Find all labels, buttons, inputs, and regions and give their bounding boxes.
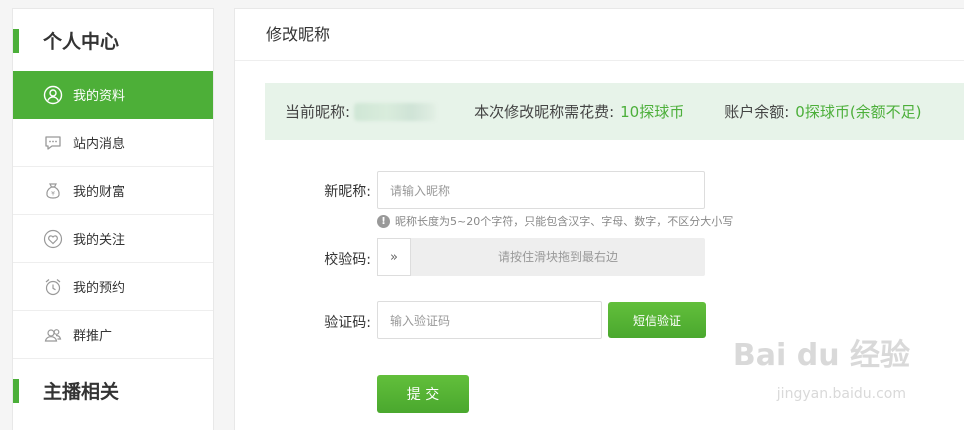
- nickname-info-bar: 当前昵称: 本次修改昵称需花费: 10探球币 账户余额: 0探球币(余额不足): [265, 83, 964, 140]
- sidebar: 个人中心 我的资料 站内消息 ¥ 我的财富 我的关注 我的预约 群推广 主播相关: [12, 8, 214, 430]
- sidebar-item-label: 我的资料: [73, 89, 126, 104]
- section-accent-bar: [13, 29, 19, 53]
- message-icon: [42, 132, 64, 154]
- sms-code-input[interactable]: 输入验证码: [377, 301, 602, 339]
- sidebar-item-follows[interactable]: 我的关注: [13, 215, 213, 263]
- nickname-hint-text: 昵称长度为5~20个字符，只能包含汉字、字母、数字，不区分大小写: [395, 215, 734, 228]
- section-title-streamer: 主播相关: [13, 359, 213, 421]
- slider-captcha[interactable]: » 请按住滑块拖到最右边: [377, 238, 705, 276]
- double-chevron-right-icon: »: [390, 249, 398, 265]
- submit-button[interactable]: 提 交: [377, 375, 469, 413]
- sidebar-item-wealth[interactable]: ¥ 我的财富: [13, 167, 213, 215]
- section-title-personal-center: 个人中心: [13, 9, 213, 71]
- sidebar-item-group-promotion[interactable]: 群推广: [13, 311, 213, 359]
- user-icon: [42, 84, 64, 106]
- nickname-hint: ! 昵称长度为5~20个字符，只能包含汉字、字母、数字，不区分大小写: [377, 213, 733, 229]
- warning-icon: !: [377, 214, 390, 228]
- slider-instruction: 请按住滑块拖到最右边: [497, 250, 618, 264]
- balance-value: 0探球币(余额不足): [795, 103, 922, 121]
- sidebar-item-label: 站内消息: [73, 137, 126, 152]
- cost-label: 本次修改昵称需花费:: [474, 103, 615, 121]
- sidebar-item-messages[interactable]: 站内消息: [13, 119, 213, 167]
- page-title: 修改昵称: [235, 9, 964, 61]
- sidebar-item-appointments[interactable]: 我的预约: [13, 263, 213, 311]
- sms-code-label: 验证码:: [324, 315, 371, 331]
- svg-text:¥: ¥: [51, 190, 55, 197]
- alarm-clock-icon: [42, 276, 64, 298]
- sidebar-item-label: 我的财富: [73, 185, 126, 200]
- watermark-url: jingyan.baidu.com: [776, 386, 906, 402]
- slider-handle[interactable]: »: [377, 238, 411, 276]
- section-title-text: 个人中心: [43, 30, 120, 53]
- section-title-text: 主播相关: [43, 380, 120, 403]
- current-nickname-blurred: [354, 102, 437, 121]
- balance-label: 账户余额:: [724, 103, 790, 121]
- sms-verify-button[interactable]: 短信验证: [608, 302, 706, 338]
- baidu-jingyan-watermark: Bai du 经验: [732, 338, 910, 373]
- section-accent-bar: [13, 379, 19, 403]
- nickname-input[interactable]: 请输入昵称: [377, 171, 705, 209]
- sidebar-item-label: 我的预约: [73, 281, 126, 296]
- heart-icon: [42, 228, 64, 250]
- current-nickname-label: 当前昵称:: [285, 103, 351, 121]
- nickname-placeholder: 请输入昵称: [390, 183, 451, 198]
- cost-value: 10探球币: [620, 103, 685, 121]
- sidebar-item-label: 我的关注: [73, 233, 126, 248]
- group-icon: [42, 324, 64, 346]
- sidebar-item-my-profile[interactable]: 我的资料: [13, 71, 213, 119]
- sms-code-placeholder: 输入验证码: [390, 313, 451, 328]
- nickname-label: 新昵称:: [324, 184, 371, 200]
- money-bag-icon: ¥: [42, 180, 64, 202]
- captcha-label: 校验码:: [324, 252, 371, 268]
- sidebar-item-label: 群推广: [73, 329, 113, 344]
